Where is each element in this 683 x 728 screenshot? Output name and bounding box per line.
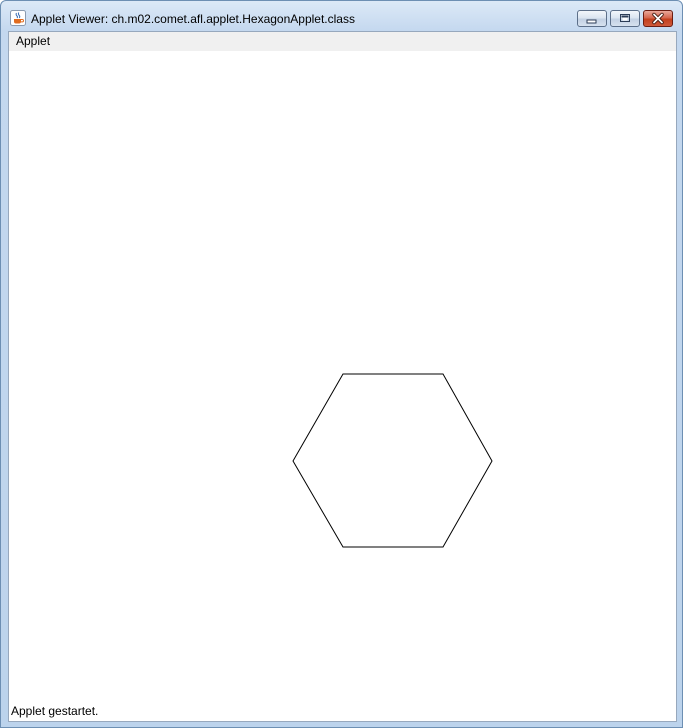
close-icon (652, 12, 664, 25)
window-title: Applet Viewer: ch.m02.comet.afl.applet.H… (31, 12, 355, 26)
hexagon-shape (292, 373, 493, 548)
applet-canvas[interactable] (9, 51, 676, 701)
menu-applet[interactable]: Applet (12, 33, 54, 50)
minimize-icon (586, 19, 597, 24)
status-text: Applet gestartet. (11, 704, 99, 718)
status-bar: Applet gestartet. (9, 701, 676, 721)
java-cup-icon[interactable] (10, 10, 26, 26)
menu-bar: Applet (9, 32, 676, 51)
applet-client-area: Applet Applet gestartet. (8, 31, 677, 722)
applet-viewer-window: Applet Viewer: ch.m02.comet.afl.applet.H… (0, 0, 683, 728)
minimize-button[interactable] (577, 10, 607, 27)
maximize-button[interactable] (610, 10, 640, 27)
close-button[interactable] (643, 10, 673, 27)
title-bar[interactable]: Applet Viewer: ch.m02.comet.afl.applet.H… (1, 1, 682, 31)
maximize-icon (620, 14, 630, 22)
hexagon-drawing (292, 373, 493, 548)
